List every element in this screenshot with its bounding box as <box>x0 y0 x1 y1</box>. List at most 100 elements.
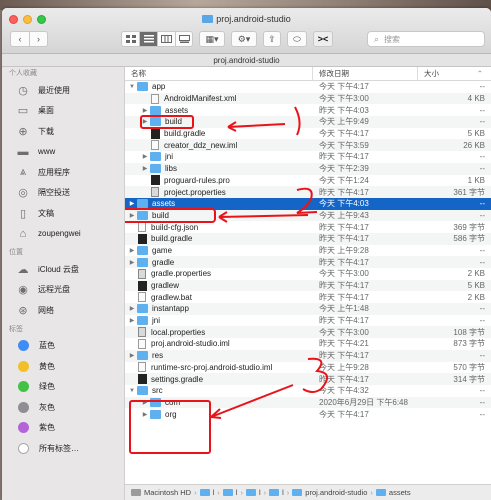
disclosure-open-icon[interactable]: ▼ <box>128 84 136 90</box>
disclosure-closed-icon[interactable]: ▶ <box>141 118 149 125</box>
file-row[interactable]: ▶ build 今天 上午9:49 -- <box>125 116 491 128</box>
list-view-button[interactable] <box>139 31 157 47</box>
file-row[interactable]: ▶ libs 今天 下午2:39 -- <box>125 162 491 175</box>
sidebar-item-network[interactable]: ⊛ 网络 <box>2 300 124 321</box>
disclosure-closed-icon[interactable]: ▶ <box>128 212 136 219</box>
breadcrumb-item[interactable]: Macintosh HD <box>131 488 191 497</box>
sidebar-item-www[interactable]: ▬ www <box>2 142 124 163</box>
icon-view-button[interactable] <box>121 31 139 47</box>
file-name: build.gradle <box>151 234 193 244</box>
breadcrumb-label: l <box>212 488 215 497</box>
file-row[interactable]: ▶ jni 昨天 下午4:17 -- <box>125 151 491 163</box>
breadcrumb-label: proj.android-studio <box>305 488 368 497</box>
file-row[interactable]: ▶ assets 今天 下午4:03 -- <box>125 197 491 210</box>
sidebar-item-tag-yellow[interactable]: 黄色 <box>2 356 124 377</box>
disclosure-closed-icon[interactable]: ▶ <box>128 352 136 359</box>
sidebar-item-downloads[interactable]: ⊕ 下载 <box>2 121 124 142</box>
file-row[interactable]: ▼ src 今天 下午4:32 -- <box>125 385 491 397</box>
sidebar-item-tag-green[interactable]: 绿色 <box>2 377 124 398</box>
file-row[interactable]: local.properties 今天 下午3:00 108 字节 <box>125 326 491 339</box>
file-row[interactable]: gradle.properties 今天 下午3:00 2 KB <box>125 268 491 280</box>
forward-button[interactable]: › <box>29 31 48 47</box>
file-row[interactable]: build.gradle 昨天 下午4:17 586 字节 <box>125 232 491 245</box>
sidebar-item-tag-gray[interactable]: 灰色 <box>2 397 124 418</box>
file-name-cell: build.gradle <box>125 128 313 139</box>
file-row[interactable]: ▶ assets 昨天 下午4:03 -- <box>125 104 491 116</box>
breadcrumb-item[interactable]: proj.android-studio <box>292 488 367 497</box>
sidebar-item-all-tags[interactable]: 所有标签… <box>2 438 124 459</box>
file-row[interactable]: build-cfg.json 昨天 下午4:17 369 字节 <box>125 221 491 233</box>
breadcrumb-item[interactable]: l <box>222 488 237 497</box>
file-row[interactable]: settings.gradle 昨天 下午4:17 314 字节 <box>125 373 491 385</box>
file-size: -- <box>479 152 485 162</box>
disclosure-closed-icon[interactable]: ▶ <box>128 247 136 254</box>
disclosure-closed-icon[interactable]: ▶ <box>128 317 136 324</box>
file-name: build.gradle <box>164 129 206 139</box>
file-date: 昨天 下午4:21 <box>319 339 369 349</box>
breadcrumb-item[interactable]: l <box>269 488 284 497</box>
folder-icon <box>150 152 161 162</box>
edit-tags-button[interactable]: ⬭ <box>287 31 307 47</box>
gallery-view-button[interactable] <box>175 31 193 47</box>
sidebar-item-desktop[interactable]: ▭ 桌面 <box>2 101 124 122</box>
sidebar-item-airdrop[interactable]: ◎ 隔空投送 <box>2 183 124 204</box>
search-field[interactable]: ⌕ 搜索 <box>367 31 485 47</box>
sidebar-item-tag-blue[interactable]: 蓝色 <box>2 336 124 357</box>
sidebar-item-tag-purple[interactable]: 紫色 <box>2 418 124 439</box>
file-row[interactable]: gradlew.bat 昨天 下午4:17 2 KB <box>125 291 491 303</box>
file-row[interactable]: ▶ build 今天 上午9:43 -- <box>125 209 491 222</box>
group-button[interactable]: ▦▾ <box>199 31 225 47</box>
sidebar-item-icloud[interactable]: ☁ iCloud 云盘 <box>2 259 124 280</box>
column-header-date[interactable]: 修改日期 <box>313 67 418 80</box>
file-row[interactable]: ▶ jni 昨天 下午4:17 -- <box>125 315 491 327</box>
disclosure-closed-icon[interactable]: ▶ <box>141 107 149 114</box>
file-row[interactable]: build.gradle 今天 下午4:17 5 KB <box>125 128 491 140</box>
disclosure-closed-icon[interactable]: ▶ <box>141 165 149 172</box>
file-name: project.properties <box>164 187 226 197</box>
sidebar-item-applications[interactable]: ⩓ 应用程序 <box>2 162 124 183</box>
column-header-name[interactable]: 名称 <box>125 67 313 80</box>
breadcrumb-item[interactable]: assets <box>375 488 411 497</box>
disclosure-closed-icon[interactable]: ▶ <box>128 305 136 312</box>
file-row[interactable]: ▶ res 昨天 下午4:17 -- <box>125 349 491 362</box>
custom-toolbar-button[interactable]: >< <box>313 31 333 47</box>
breadcrumb-item[interactable]: l <box>245 488 261 497</box>
clock-icon: ◷ <box>18 84 28 97</box>
file-row[interactable]: runtime-src-proj.android-studio.iml 今天 上午… <box>125 362 491 374</box>
file-row[interactable]: ▶ org 今天 下午4:17 -- <box>125 408 491 420</box>
disclosure-closed-icon[interactable]: ▶ <box>141 411 149 418</box>
disclosure-open-icon[interactable]: ▼ <box>128 388 136 394</box>
back-button[interactable]: ‹ <box>10 31 29 47</box>
file-row[interactable]: creator_ddz_new.iml 今天 下午3:59 26 KB <box>125 139 491 152</box>
file-row[interactable]: ▶ game 昨天 上午9:28 -- <box>125 245 491 257</box>
file-size: -- <box>479 199 485 209</box>
folder-icon <box>292 489 303 496</box>
breadcrumb-item[interactable]: l <box>199 488 215 497</box>
folder-icon <box>137 351 148 361</box>
column-view-button[interactable] <box>157 31 175 47</box>
sidebar-item-remote-disc[interactable]: ◉ 远程光盘 <box>2 280 124 301</box>
sidebar-item-recents[interactable]: ◷ 最近使用 <box>2 80 124 101</box>
file-row[interactable]: project.properties 昨天 下午4:17 361 字节 <box>125 186 491 198</box>
file-row[interactable]: AndroidManifest.xml 今天 下午3:00 4 KB <box>125 92 491 105</box>
file-row[interactable]: proguard-rules.pro 今天 下午1:24 1 KB <box>125 175 491 187</box>
sidebar-item-documents[interactable]: ▯ 文稿 <box>2 203 124 224</box>
disclosure-closed-icon[interactable]: ▶ <box>128 259 136 266</box>
action-button[interactable]: ⚙▾ <box>231 31 257 47</box>
file-row[interactable]: ▼ app 今天 下午4:17 -- <box>125 81 491 93</box>
hard-drive-icon <box>131 489 141 496</box>
file-row[interactable]: proj.android-studio.iml 昨天 下午4:21 873 字节 <box>125 338 491 350</box>
file-row[interactable]: gradlew 昨天 下午4:17 5 KB <box>125 279 491 292</box>
disclosure-closed-icon[interactable]: ▶ <box>128 200 136 207</box>
search-placeholder: 搜索 <box>384 34 401 44</box>
disclosure-closed-icon[interactable]: ▶ <box>141 399 149 406</box>
file-name: jni <box>152 316 161 326</box>
file-row[interactable]: ▶ instantapp 今天 上午1:48 -- <box>125 303 491 315</box>
sidebar-item-home[interactable]: ⌂ zoupengwei <box>2 224 124 245</box>
share-button[interactable]: ⇪ <box>263 31 281 47</box>
document-icon <box>138 362 146 373</box>
file-row[interactable]: ▶ com 2020年6月29日 下午6:48 -- <box>125 396 491 409</box>
file-row[interactable]: ▶ gradle 昨天 下午4:17 -- <box>125 256 491 268</box>
column-header-size[interactable]: 大小 ⌃ <box>418 67 491 80</box>
disclosure-closed-icon[interactable]: ▶ <box>141 153 149 160</box>
